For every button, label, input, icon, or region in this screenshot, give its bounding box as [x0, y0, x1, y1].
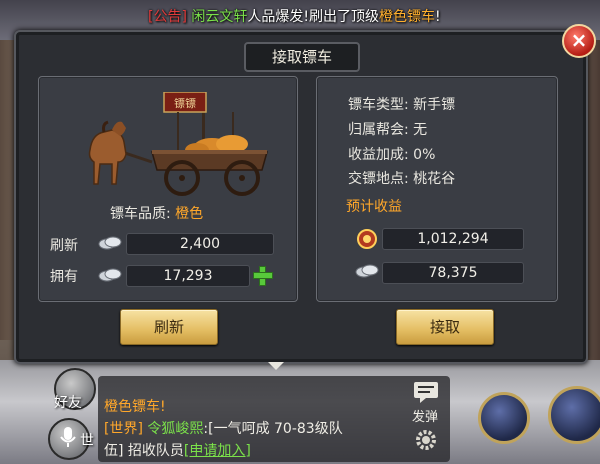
silver-coin-icon — [98, 236, 122, 250]
cart-quality-value: 橙色 — [175, 206, 204, 222]
announcement-end: ! — [435, 9, 441, 25]
expected-profit-title: 预计收益 — [346, 199, 402, 215]
apply-join-link[interactable]: [申请加入] — [184, 443, 251, 459]
chat-message-1: :[一气呵成 70-83级队 — [203, 421, 343, 437]
bonus-value: 0% — [413, 147, 436, 163]
chat-line-3: 伍] 招收队员[申请加入] — [104, 440, 251, 460]
chat-sender[interactable]: 令狐峻熙 — [147, 421, 203, 437]
chat-line-1: 橙色镖车! — [104, 399, 166, 415]
cart-quality: 镖车品质: 橙色 — [110, 203, 203, 223]
close-icon[interactable]: × — [562, 24, 596, 58]
gear-icon[interactable] — [414, 428, 438, 452]
friends-label: 好友 — [54, 395, 82, 411]
microphone-icon — [60, 427, 76, 447]
world-channel-label: 世 — [80, 433, 94, 449]
cart-quality-label: 镖车品质: — [110, 206, 171, 222]
silver-coin-icon — [355, 264, 379, 278]
announcement-tag: [公告] — [148, 9, 187, 25]
cart-type-label: 镖车类型: — [348, 97, 409, 113]
exp-reward-icon — [357, 229, 377, 249]
dialog-title: 接取镖车 — [244, 42, 360, 72]
bonus-row: 收益加成: 0% — [348, 144, 435, 164]
attack-button[interactable] — [548, 386, 600, 444]
chat-channel: [世界] — [104, 421, 143, 437]
refresh-cost-label: 刷新 — [50, 238, 78, 254]
refresh-cost-value: 2,400 — [126, 233, 274, 255]
system-announcement: [公告] 闲云文轩人品爆发!刷出了顶级橙色镖车! — [148, 6, 441, 28]
message-icon[interactable] — [412, 380, 440, 404]
owned-label: 拥有 — [50, 269, 78, 285]
silver-reward-value: 78,375 — [382, 262, 524, 284]
announcement-text: 人品爆发!刷出了顶级 — [247, 9, 380, 25]
send-barrage-label[interactable]: 发弹 — [405, 406, 445, 425]
escort-cart-illustration: 镖镖 — [88, 92, 268, 196]
bonus-label: 收益加成: — [348, 147, 409, 163]
cart-banner-text: 镖镖 — [174, 96, 196, 110]
delivery-place-row: 交镖地点: 桃花谷 — [348, 168, 455, 188]
chevron-down-icon[interactable] — [268, 362, 284, 370]
plus-icon[interactable] — [253, 266, 273, 286]
guild-value: 无 — [413, 122, 428, 138]
guild-row: 归属帮会: 无 — [348, 119, 427, 139]
exp-reward-value: 1,012,294 — [382, 228, 524, 250]
refresh-button[interactable]: 刷新 — [120, 309, 218, 345]
chat-line-2: [世界] 令狐峻熙:[一气呵成 70-83级队 — [104, 418, 343, 438]
chat-message-2: 伍] 招收队员 — [104, 443, 184, 459]
delivery-place-label: 交镖地点: — [348, 171, 409, 187]
accept-button[interactable]: 接取 — [396, 309, 494, 345]
cart-type-row: 镖车类型: 新手镖 — [348, 94, 455, 114]
cart-type-value: 新手镖 — [413, 97, 456, 113]
announcement-highlight: 橙色镖车 — [379, 9, 436, 25]
silver-coin-icon — [98, 268, 122, 282]
owned-silver-value: 17,293 — [126, 265, 250, 287]
delivery-place-value: 桃花谷 — [413, 171, 456, 187]
announcement-player[interactable]: 闲云文轩 — [191, 9, 247, 25]
skill-button[interactable] — [478, 392, 530, 444]
guild-label: 归属帮会: — [348, 122, 409, 138]
